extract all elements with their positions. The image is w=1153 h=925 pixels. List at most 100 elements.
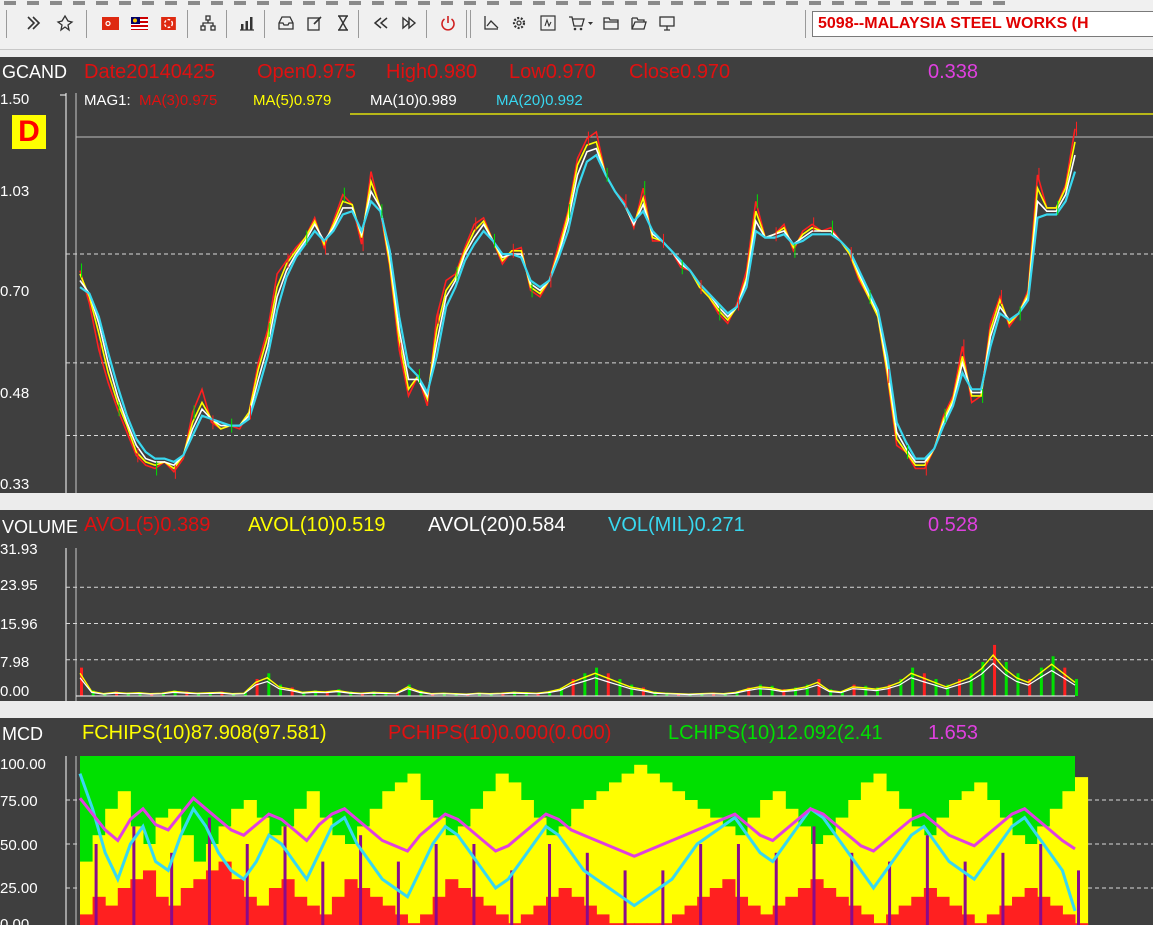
pchips-area: [546, 896, 560, 925]
toolbar-separator: [86, 10, 87, 38]
chart-tool-icon[interactable]: [480, 11, 502, 35]
rewind-icon[interactable]: [370, 11, 392, 35]
pchips-area: [294, 896, 308, 925]
pchips-area: [306, 905, 320, 925]
china-flag-icon[interactable]: [99, 11, 121, 35]
fchips-area: [886, 791, 900, 925]
pchips-purple-bar: [94, 844, 98, 925]
volume-chart[interactable]: [0, 510, 1153, 701]
pchips-area: [457, 888, 471, 925]
menu-strip-mark: [901, 1, 913, 5]
pchips-area: [823, 888, 837, 925]
fchips-area: [319, 817, 333, 925]
bar-chart-icon[interactable]: [236, 11, 258, 35]
pchips-area: [797, 888, 812, 925]
pchips-purple-bar: [736, 844, 740, 925]
fchips-area: [508, 782, 522, 925]
pchips-area: [533, 905, 547, 925]
pchips-purple-bar: [283, 826, 287, 925]
chips-y-tick-label: 25.00: [0, 880, 38, 897]
vol-mil-label: VOL(MIL)0.271: [608, 514, 745, 536]
open-folder-icon[interactable]: [628, 11, 650, 35]
panel-divider: [0, 493, 1153, 510]
pchips-area: [923, 888, 937, 925]
hourglass-icon[interactable]: [332, 11, 354, 35]
fchips-area: [974, 782, 988, 925]
pchips-purple-bar: [548, 844, 552, 925]
menu-strip-mark: [579, 1, 591, 5]
menu-strip-mark: [533, 1, 545, 5]
bookmark-icon[interactable]: [54, 11, 76, 35]
folder-icon[interactable]: [600, 11, 622, 35]
volume-bar: [993, 644, 997, 696]
price-y-tick-label: 0.70: [0, 283, 30, 300]
malaysia-flag-icon[interactable]: [128, 11, 150, 35]
menu-strip-mark: [855, 1, 867, 5]
menu-strip-mark: [947, 1, 959, 5]
menu-strip-mark: [326, 1, 338, 5]
pchips-area: [596, 914, 610, 925]
inbox-icon[interactable]: [275, 11, 297, 35]
price-chart-panel[interactable]: GCAND Date20140425 Open0.975 High0.980 L…: [0, 57, 1153, 493]
price-y-tick-label: 1.03: [0, 183, 30, 200]
volume-bar: [1004, 661, 1008, 696]
volume-bar: [606, 673, 610, 696]
volume-bar: [911, 667, 915, 696]
pchips-area: [961, 914, 975, 925]
monitor-icon[interactable]: [656, 11, 678, 35]
pchips-area: [420, 914, 434, 925]
pchips-area: [860, 914, 874, 925]
menu-strip-mark: [257, 1, 269, 5]
avol20-label: AVOL(20)0.584: [428, 514, 566, 536]
stock-title-field[interactable]: 5098--MALAYSIA STEEL WORKS (H: [812, 11, 1153, 37]
cart-icon[interactable]: [566, 11, 596, 35]
volume-bar: [618, 678, 622, 696]
chips-chart-panel[interactable]: MCD FCHIPS(10)87.908(97.581) PCHIPS(10)0…: [0, 718, 1153, 925]
price-date: Date20140425: [84, 61, 216, 83]
pchips-area: [142, 870, 157, 925]
chips-y-tick-label: 100.00: [0, 756, 46, 773]
pchips-area: [445, 879, 459, 925]
pchips-area: [898, 905, 912, 925]
fchips-area: [382, 791, 396, 925]
pchips-area: [520, 914, 534, 925]
menu-strip-mark: [625, 1, 637, 5]
menu-strip-mark: [50, 1, 62, 5]
avol10-label: AVOL(10)0.519: [248, 514, 386, 536]
menu-strip-mark: [119, 1, 131, 5]
hongkong-flag-icon[interactable]: [157, 11, 179, 35]
panel-divider: [0, 701, 1153, 718]
pchips-area: [949, 905, 963, 925]
formula-icon[interactable]: [537, 11, 559, 35]
volume-bar: [817, 678, 821, 696]
tree-icon[interactable]: [197, 11, 219, 35]
price-y-tick-label: 0.48: [0, 385, 30, 402]
pchips-area: [80, 914, 94, 925]
menu-strip-mark: [671, 1, 683, 5]
power-icon[interactable]: [437, 11, 459, 35]
menu-strip-mark: [188, 1, 200, 5]
menu-strip-mark: [993, 1, 1005, 5]
pchips-area: [709, 888, 723, 925]
daily-period-badge[interactable]: D: [12, 115, 46, 149]
settings-icon[interactable]: [508, 11, 530, 35]
pchips-area: [231, 879, 245, 925]
fast-forward-icon[interactable]: [398, 11, 420, 35]
price-chart[interactable]: [0, 57, 1153, 493]
edit-icon[interactable]: [304, 11, 326, 35]
pchips-area: [785, 896, 799, 925]
chips-y-tick-label: 75.00: [0, 793, 38, 810]
fchips-area: [860, 782, 874, 925]
price-open: Open0.975: [257, 61, 356, 83]
menu-strip-mark: [694, 1, 706, 5]
toolbar-separator: [466, 10, 467, 38]
volume-chart-panel[interactable]: VOLUME AVOL(5)0.389 AVOL(10)0.519 AVOL(2…: [0, 510, 1153, 701]
pchips-purple-bar: [245, 844, 249, 925]
pchips-area: [281, 879, 295, 925]
toolbar-separator: [264, 10, 265, 38]
stock-list-icon[interactable]: [22, 11, 44, 35]
volume-bar: [267, 673, 271, 696]
chips-chart[interactable]: [0, 718, 1153, 925]
menu-strip-mark: [464, 1, 476, 5]
pchips-area: [168, 905, 182, 925]
